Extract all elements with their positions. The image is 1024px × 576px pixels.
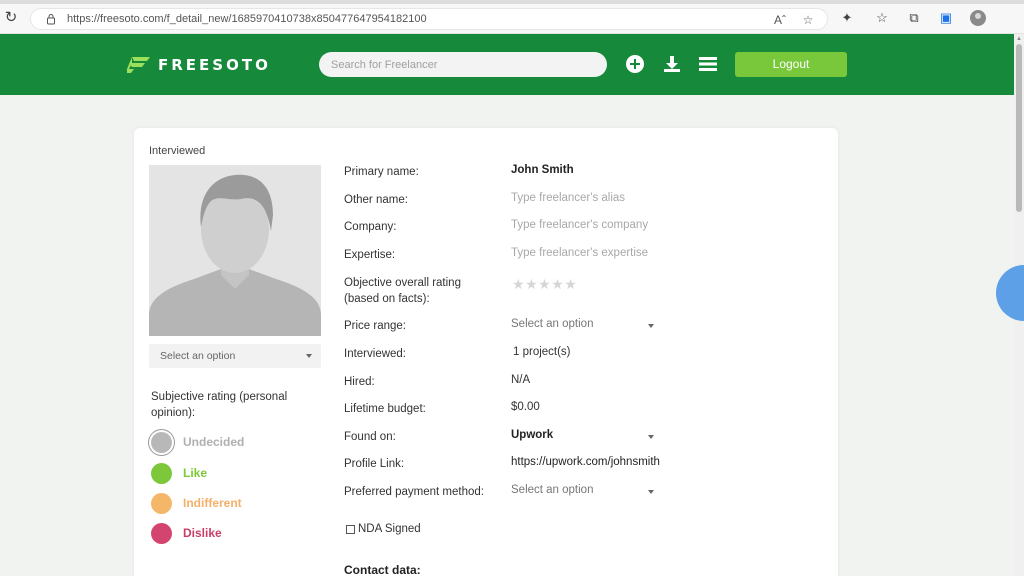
chevron-down-icon[interactable] <box>648 490 654 494</box>
rating-label-like: Like <box>183 466 208 480</box>
reload-icon[interactable]: ↻ <box>2 9 20 27</box>
chevron-down-icon <box>306 354 312 358</box>
rating-option-undecided[interactable]: Undecided <box>151 431 244 453</box>
photo-select-text: Select an option <box>160 350 236 362</box>
status-label: Interviewed <box>149 145 206 157</box>
primary-name-label: Primary name: <box>344 166 419 178</box>
logo[interactable]: FREESOTO <box>126 54 271 76</box>
menu-icon[interactable] <box>698 54 718 74</box>
like-dot-icon <box>151 462 172 484</box>
undecided-dot-icon <box>151 431 172 453</box>
nda-label: NDA Signed <box>358 523 421 535</box>
star-icon[interactable]: ★ <box>551 276 564 292</box>
hired-value: N/A <box>511 374 531 386</box>
extensions-icon[interactable]: ✦ <box>838 9 856 27</box>
favorite-star-icon[interactable]: ☆ <box>800 12 816 28</box>
lifetime-budget-label: Lifetime budget: <box>344 403 426 415</box>
other-name-label: Other name: <box>344 194 408 206</box>
rating-option-indifferent[interactable]: Indifferent <box>151 492 242 514</box>
star-icon[interactable]: ★ <box>512 276 525 292</box>
objective-rating-label: Objective overall rating (based on facts… <box>344 277 461 305</box>
indifferent-dot-icon <box>151 492 172 514</box>
primary-name-value[interactable]: John Smith <box>511 164 574 176</box>
found-on-select[interactable]: Upwork <box>511 429 553 441</box>
profile-link-label: Profile Link: <box>344 458 405 470</box>
contact-data-heading: Contact data: <box>344 563 421 576</box>
interviewed-label: Interviewed: <box>344 348 407 360</box>
expertise-label: Expertise: <box>344 249 396 261</box>
interviewed-value: 1 project(s) <box>513 346 571 358</box>
profile-avatar[interactable] <box>970 10 986 26</box>
scroll-up-icon[interactable]: ▲ <box>1016 36 1022 42</box>
company-input[interactable]: Type freelancer's company <box>511 219 648 231</box>
expertise-input[interactable]: Type freelancer's expertise <box>511 247 648 259</box>
download-icon[interactable] <box>662 54 682 74</box>
photo-status-select[interactable]: Select an option <box>149 344 321 368</box>
price-range-label: Price range: <box>344 320 407 332</box>
logout-button[interactable]: Logout <box>735 52 847 77</box>
lifetime-budget-value: $0.00 <box>511 401 540 413</box>
other-name-input[interactable]: Type freelancer's alias <box>511 192 625 204</box>
read-aloud-icon[interactable]: Aˆ <box>772 12 788 28</box>
rating-label-dislike: Dislike <box>183 526 222 540</box>
address-bar[interactable]: https://freesoto.com/f_detail_new/168597… <box>30 8 828 30</box>
lock-icon <box>47 14 55 25</box>
objective-rating-stars[interactable]: ★★★★★ <box>512 276 577 293</box>
freelancer-photo[interactable] <box>149 165 321 336</box>
url-text[interactable]: https://freesoto.com/f_detail_new/168597… <box>67 13 427 25</box>
tab-strip <box>0 0 1024 4</box>
hired-label: Hired: <box>344 376 375 388</box>
star-icon[interactable]: ★ <box>525 276 538 292</box>
company-label: Company: <box>344 221 397 233</box>
collections-icon[interactable]: ⧉ <box>905 9 923 27</box>
edge-sidebar-icon[interactable]: ▣ <box>937 9 955 27</box>
payment-method-label: Preferred payment method: <box>344 486 484 498</box>
add-circle-icon[interactable] <box>625 54 645 74</box>
freelancer-detail-card: Interviewed Select an option Subjective … <box>134 128 838 576</box>
star-icon[interactable]: ★ <box>564 276 577 292</box>
browser-toolbar: ↻ https://freesoto.com/f_detail_new/1685… <box>0 0 1024 34</box>
rating-label-indifferent: Indifferent <box>183 496 242 510</box>
found-on-label: Found on: <box>344 431 396 443</box>
logo-text: FREESOTO <box>158 56 271 74</box>
rating-label-undecided: Undecided <box>183 435 245 449</box>
chevron-down-icon[interactable] <box>648 435 654 439</box>
chevron-down-icon[interactable] <box>648 324 654 328</box>
rating-option-dislike[interactable]: Dislike <box>151 522 222 544</box>
scroll-thumb[interactable] <box>1016 44 1022 212</box>
nda-checkbox-row[interactable]: NDA Signed <box>346 523 421 535</box>
rating-option-like[interactable]: Like <box>151 462 207 484</box>
star-icon[interactable]: ★ <box>538 276 551 292</box>
payment-method-select[interactable]: Select an option <box>511 484 593 496</box>
dislike-dot-icon <box>151 522 172 544</box>
price-range-select[interactable]: Select an option <box>511 318 593 330</box>
site-header: FREESOTO Logout <box>0 34 1014 95</box>
favorites-icon[interactable]: ☆ <box>873 9 891 27</box>
freelancer-search-input[interactable] <box>319 52 607 77</box>
avatar-placeholder-icon <box>149 165 321 336</box>
logo-mark-icon <box>127 57 150 73</box>
nda-checkbox[interactable] <box>346 524 355 534</box>
profile-link-value[interactable]: https://upwork.com/johnsmith <box>511 456 660 468</box>
floating-action-circle[interactable] <box>996 265 1024 321</box>
subjective-rating-label: Subjective rating (personal opinion): <box>151 391 288 419</box>
